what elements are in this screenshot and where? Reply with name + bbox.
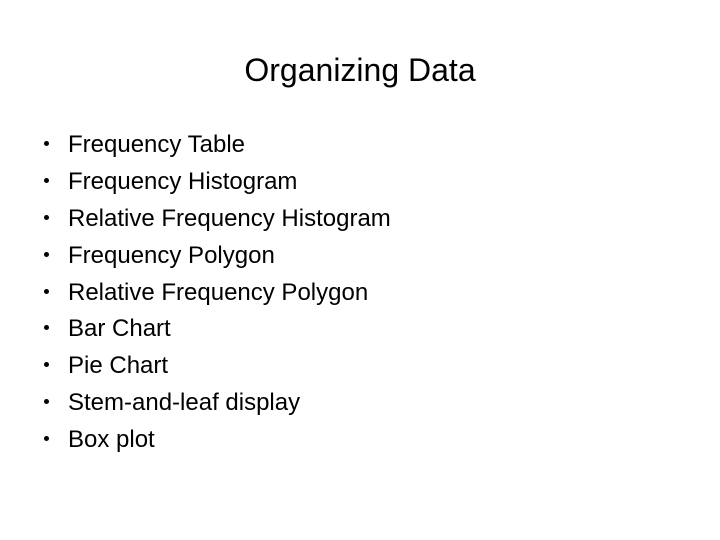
list-item-label: Frequency Table <box>68 131 245 158</box>
list-item-label: Bar Chart <box>68 315 171 343</box>
bullet-point-icon <box>44 214 49 220</box>
list-item: Stem-and-leaf display <box>40 386 680 423</box>
list-item: Relative Frequency Polygon <box>40 276 680 313</box>
list-item-label: Relative Frequency Histogram <box>68 204 391 232</box>
list-item-label: Box plot <box>68 426 155 454</box>
list-item: Frequency Histogram <box>40 165 680 202</box>
list-item: Relative Frequency Histogram <box>40 202 680 239</box>
bullet-point-icon <box>44 288 49 294</box>
list-item-label: Frequency Histogram <box>68 167 298 195</box>
bullet-point-icon <box>44 399 49 405</box>
page-title: Organizing Data <box>244 52 476 88</box>
bullet-list: Frequency Table Frequency Histogram Rela… <box>40 128 680 460</box>
list-item: Box plot <box>40 423 680 460</box>
list-item: Bar Chart <box>40 312 680 349</box>
list-item-label: Frequency Polygon <box>68 241 275 269</box>
list-item-label: Stem-and-leaf display <box>68 389 301 417</box>
list-item-label: Relative Frequency Polygon <box>68 278 369 306</box>
list-item-label: Pie Chart <box>68 352 169 380</box>
bullet-point-icon <box>44 251 49 257</box>
bullet-point-icon <box>44 362 49 368</box>
bullet-point-icon <box>44 141 49 146</box>
bullet-point-icon <box>44 325 49 331</box>
list-item: Frequency Table <box>40 128 680 165</box>
list-item: Frequency Polygon <box>40 239 680 276</box>
list-item: Pie Chart <box>40 349 680 386</box>
slide-canvas: Organizing Data Frequency Table Frequenc… <box>0 0 720 540</box>
bullet-point-icon <box>44 436 49 442</box>
bullet-point-icon <box>44 177 49 183</box>
